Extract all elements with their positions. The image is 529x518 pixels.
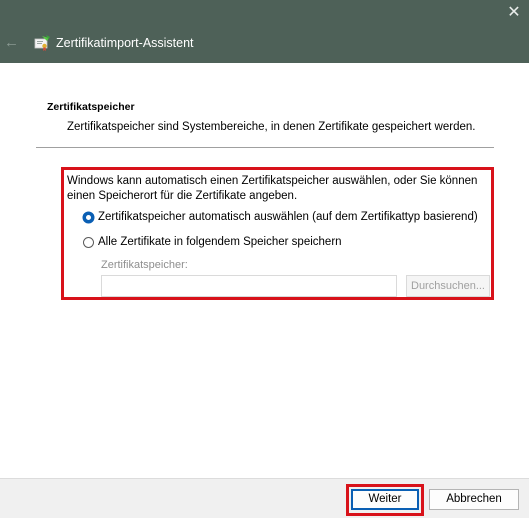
section-title: Zertifikatspeicher [47,101,135,113]
close-icon[interactable]: ✕ [499,0,529,28]
header-separator [36,147,494,148]
certificate-import-wizard-window: ✕ ← Zertifikatimport-Assistent Zertifika… [0,0,529,518]
next-button[interactable]: Weiter [351,489,419,510]
store-input[interactable] [101,275,397,297]
auto-store-label: Zertifikatspeicher automatisch auswählen… [98,211,478,223]
back-arrow-icon[interactable]: ← [4,34,22,52]
cancel-button[interactable]: Abbrechen [429,489,519,510]
manual-store-radio[interactable] [83,236,94,248]
title-bar: ✕ ← Zertifikatimport-Assistent [0,0,529,63]
browse-button[interactable]: Durchsuchen... [406,275,490,297]
manual-store-label: Alle Zertifikate in folgendem Speicher s… [98,236,342,248]
manual-store-option[interactable]: Alle Zertifikate in folgendem Speicher s… [83,234,342,250]
certificate-wizard-icon [33,34,51,52]
auto-store-option[interactable]: Zertifikatspeicher automatisch auswählen… [83,209,478,225]
section-description: Zertifikatspeicher sind Systembereiche, … [67,121,476,133]
store-field-label: Zertifikatspeicher: [101,259,188,271]
auto-store-radio[interactable] [83,211,94,223]
window-title: Zertifikatimport-Assistent [56,36,194,50]
store-selection-intro: Windows kann automatisch einen Zertifika… [67,175,478,202]
